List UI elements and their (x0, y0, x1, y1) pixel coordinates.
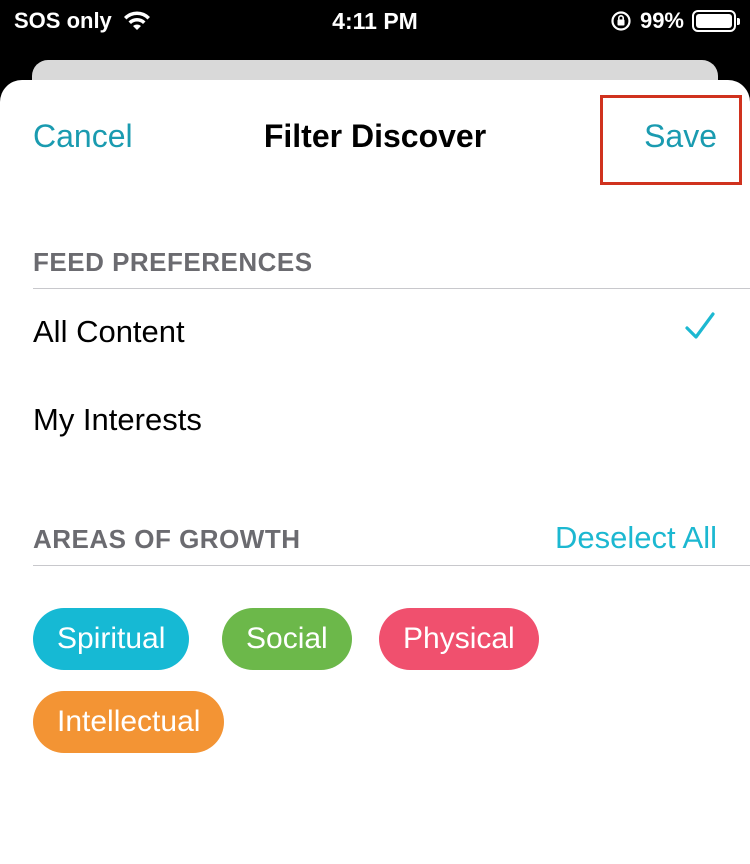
status-right: 99% (610, 8, 740, 34)
battery-percent: 99% (639, 8, 684, 33)
status-bar: SOS only 4:11 PM 99% (0, 0, 750, 44)
checkmark-icon (685, 312, 715, 339)
filter-sheet: Cancel Filter Discover Save FEED PREFERE… (0, 80, 750, 864)
chip-social[interactable]: Social (222, 608, 352, 670)
option-my-interests[interactable]: My Interests (33, 390, 717, 450)
deselect-all-button[interactable]: Deselect All (555, 520, 717, 556)
save-highlight-box (600, 95, 742, 185)
chip-physical[interactable]: Physical (379, 608, 539, 670)
divider (33, 288, 750, 289)
option-all-content[interactable]: All Content (33, 302, 717, 362)
orientation-lock-icon (611, 11, 631, 31)
chip-spiritual[interactable]: Spiritual (33, 608, 190, 670)
option-label: All Content (33, 314, 185, 349)
option-label: My Interests (33, 402, 202, 437)
feed-preferences-header: FEED PREFERENCES (33, 247, 313, 277)
chip-intellectual[interactable]: Intellectual (33, 691, 225, 753)
battery-fill (696, 14, 732, 28)
divider (33, 565, 750, 566)
battery-icon (692, 10, 740, 32)
